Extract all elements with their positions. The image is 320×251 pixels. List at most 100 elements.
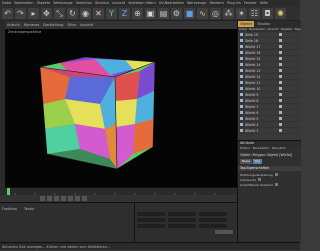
attribute-menu-item[interactable]: Bearbeiten: [253, 146, 269, 151]
object-icon[interactable]: ◉: [80, 7, 91, 19]
position-z-field[interactable]: [137, 224, 165, 228]
array-icon[interactable]: ⁂: [223, 7, 234, 19]
object-name: Würfel 4: [245, 122, 259, 127]
position-x-field[interactable]: [137, 212, 165, 216]
polygon-object-icon: [240, 81, 243, 84]
viewport-menu-item[interactable]: Ansicht: [7, 23, 20, 27]
tag-icon[interactable]: [279, 105, 282, 108]
polygon-object-icon: [240, 123, 243, 126]
tag-icon[interactable]: [279, 93, 282, 96]
tab-basis[interactable]: Basis: [240, 159, 252, 164]
object-row[interactable]: Würfel 3: [238, 128, 301, 134]
attribute-object-label: Objekt (Polygon-Objekt) [Würfel]: [240, 153, 293, 157]
viewport-menu-item[interactable]: Darstellung: [43, 23, 63, 27]
transport-bar: [0, 195, 237, 202]
tag-icon[interactable]: [279, 99, 282, 102]
spline-icon[interactable]: ∿: [197, 7, 208, 19]
cube-icon[interactable]: ■: [184, 7, 195, 19]
undo-icon[interactable]: ↶: [2, 7, 13, 19]
first-frame-button[interactable]: [40, 196, 45, 201]
render-settings-icon[interactable]: ⚙: [171, 7, 182, 19]
polygon-object-icon: [240, 51, 243, 54]
polygon-object-icon: [240, 93, 243, 96]
size-y-field[interactable]: [168, 218, 196, 222]
tag-icon[interactable]: [279, 33, 282, 36]
weight-display-checkbox[interactable]: [274, 173, 278, 176]
tag-icon[interactable]: [279, 63, 282, 66]
world-icon[interactable]: ⊕: [132, 7, 143, 19]
polygon-object-icon: [240, 45, 243, 48]
nurbs-icon[interactable]: ◎: [210, 7, 221, 19]
render-icon[interactable]: ▣: [145, 7, 156, 19]
object-name: Würfel 12: [245, 74, 261, 79]
rotation-h-field[interactable]: [199, 212, 227, 216]
rotate-icon[interactable]: ↻: [67, 7, 78, 19]
tag-icon[interactable]: [279, 87, 282, 90]
apply-button[interactable]: [215, 230, 233, 234]
polygon-object-icon: [240, 111, 243, 114]
size-x-field[interactable]: [168, 212, 196, 216]
z-axis-icon[interactable]: Z: [119, 7, 130, 19]
select-icon[interactable]: ▸: [28, 7, 39, 19]
key-button[interactable]: [82, 196, 87, 201]
tag-icon[interactable]: [279, 69, 282, 72]
object-name: Würfel 5: [245, 116, 259, 121]
polygon-object-icon: [240, 69, 243, 72]
render-view-icon[interactable]: ▤: [158, 7, 169, 19]
y-axis-icon[interactable]: Y: [106, 7, 117, 19]
timeline[interactable]: [5, 187, 237, 196]
tag-icon[interactable]: [279, 51, 282, 54]
redo-icon[interactable]: ↷: [15, 7, 26, 19]
viewport-menu-item[interactable]: Kameras: [24, 23, 39, 27]
attribute-row: Cache-Info: [240, 178, 262, 182]
tag-icon[interactable]: [279, 111, 282, 114]
object-name: Würfel 6: [245, 110, 259, 115]
tag-icon[interactable]: [279, 81, 282, 84]
next-frame-button[interactable]: [61, 196, 66, 201]
scale-icon[interactable]: ⤡: [54, 7, 65, 19]
polygon-object-icon: [240, 117, 243, 120]
size-z-field[interactable]: [168, 224, 196, 228]
camera-icon[interactable]: ◘: [262, 7, 273, 19]
scene-icon[interactable]: ☷: [249, 7, 260, 19]
object-name: Würfel 11: [245, 80, 261, 85]
polygon-object-icon: [240, 129, 243, 132]
position-y-field[interactable]: [137, 218, 165, 222]
cache-info-checkbox[interactable]: [258, 178, 262, 181]
object-name: Würfel 9: [245, 92, 259, 97]
rotation-p-field[interactable]: [199, 218, 227, 222]
object-name: Würfel 16: [245, 50, 261, 55]
object-name: Würfel 14: [245, 62, 261, 67]
tag-icon[interactable]: [279, 117, 282, 120]
filter-menu[interactable]: Funktion: [2, 207, 17, 211]
tag-icon[interactable]: [279, 45, 282, 48]
texture-menu[interactable]: Textur: [24, 207, 35, 211]
last-frame-button[interactable]: [68, 196, 73, 201]
attribute-menu-item[interactable]: Modus: [240, 146, 250, 151]
attribute-menu-item[interactable]: Benutzer: [272, 146, 286, 151]
close-x-icon[interactable]: ✕: [93, 7, 104, 19]
tab-tag[interactable]: Tag: [252, 159, 262, 164]
rotation-b-field[interactable]: [199, 224, 227, 228]
polygon-object-icon: [240, 57, 243, 60]
object-name: Zelle 18: [245, 38, 258, 43]
viewport[interactable]: Zentralperspektive: [5, 29, 237, 187]
coordinates-manager: [134, 202, 237, 242]
play-button[interactable]: [54, 196, 59, 201]
tag-icon[interactable]: [279, 57, 282, 60]
tag-icon[interactable]: [279, 129, 282, 132]
viewport-menu-item[interactable]: Filter: [68, 23, 77, 27]
light-icon[interactable]: ✺: [275, 7, 286, 19]
tag-icon[interactable]: [279, 39, 282, 42]
record-button[interactable]: [75, 196, 80, 201]
polygon-object-icon: [240, 105, 243, 108]
move-icon[interactable]: ✥: [41, 7, 52, 19]
invisible-state-checkbox[interactable]: [274, 183, 278, 186]
polygon-object-icon: [240, 63, 243, 66]
viewport-menu-item[interactable]: Ansicht: [80, 23, 93, 27]
tag-icon[interactable]: [279, 123, 282, 126]
material-manager: Funktion Textur: [0, 202, 134, 242]
prev-frame-button[interactable]: [47, 196, 52, 201]
tag-icon[interactable]: [279, 75, 282, 78]
deformer-icon[interactable]: ✶: [236, 7, 247, 19]
